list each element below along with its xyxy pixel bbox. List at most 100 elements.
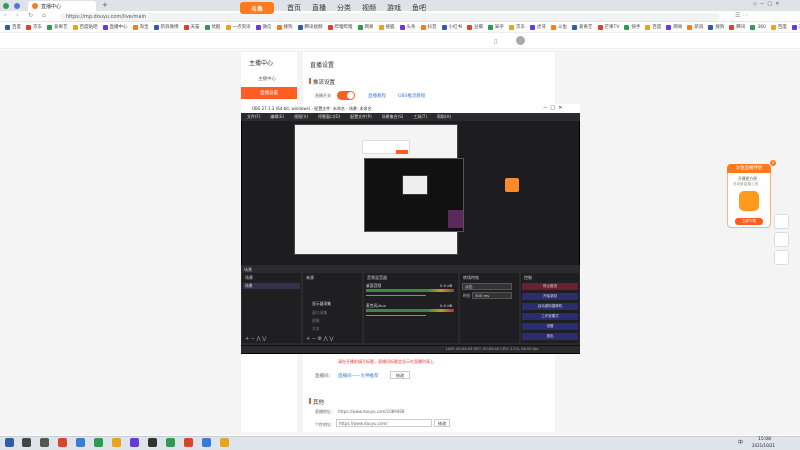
source-item-image[interactable]: 图像 <box>312 318 320 324</box>
source-toolbar[interactable]: + − ⚙ ⋀ ⋁ <box>306 336 333 342</box>
bookmark-item[interactable]: 京东 <box>791 24 800 30</box>
app-icon-5[interactable] <box>130 438 139 447</box>
stop-streaming-button[interactable]: 停止推流 <box>522 283 578 290</box>
obs-menu-tools[interactable]: 工具(T) <box>413 113 427 121</box>
new-tab-icon[interactable]: + <box>102 1 108 9</box>
bookmark-item[interactable]: 腾讯 <box>729 24 745 30</box>
close-icon[interactable]: × <box>770 160 776 166</box>
bookmark-item[interactable]: 爱奇艺 <box>47 24 68 30</box>
bookmark-item[interactable]: 百度贴吧 <box>72 24 98 30</box>
settings-button[interactable]: 设置 <box>522 323 578 330</box>
nav-live[interactable]: 直播 <box>312 3 326 13</box>
nav-fishbar[interactable]: 鱼吧 <box>412 3 426 13</box>
bookmark-item[interactable]: 豆瓣 <box>467 24 483 30</box>
obs-taskbar-icon[interactable] <box>148 438 157 447</box>
source-item-display[interactable]: 显示器采集 <box>312 301 331 307</box>
download-button[interactable]: 立即下载 <box>735 218 763 225</box>
bookmark-item[interactable]: 京东 <box>26 24 42 30</box>
bookmark-item[interactable]: 淘宝 <box>132 24 149 30</box>
bookmark-item[interactable]: 网易 <box>357 24 374 30</box>
browser-menu-icon[interactable] <box>14 2 20 9</box>
bookmark-item[interactable]: 头条 <box>399 24 416 30</box>
bookmark-item[interactable]: 搜狗 <box>708 24 724 30</box>
bookmark-item[interactable]: 优酷 <box>204 24 221 30</box>
nav-game[interactable]: 游戏 <box>387 3 401 13</box>
app-icon-3[interactable] <box>94 438 103 447</box>
task-view-icon[interactable] <box>40 438 49 447</box>
app-icon-9[interactable] <box>202 438 211 447</box>
transition-select[interactable]: 淡出 <box>462 283 512 290</box>
bookmark-item[interactable]: 斗鱼 <box>551 24 567 30</box>
bookmark-item[interactable]: 小红书 <box>441 24 462 30</box>
sidebar-item-anchor-center[interactable]: 主播中心 <box>258 76 276 82</box>
bookmark-item[interactable]: 抖音 <box>420 24 437 30</box>
scene-toolbar[interactable]: + − ⋀ ⋁ <box>245 336 266 342</box>
app-icon-7[interactable] <box>166 438 175 447</box>
search-icon[interactable] <box>22 438 31 447</box>
forward-icon[interactable]: › <box>16 12 18 19</box>
feedback-icon[interactable] <box>774 214 789 229</box>
bookmark-item[interactable]: 一点资讯 <box>225 24 251 30</box>
bookmark-item[interactable]: 360 <box>750 24 766 30</box>
window-controls[interactable]: ◇ − □ ✕ <box>753 1 779 7</box>
transition-duration-input[interactable]: 300 ms <box>472 292 512 299</box>
nav-category[interactable]: 分类 <box>337 3 351 13</box>
live-toggle[interactable] <box>337 91 355 100</box>
virtual-camera-button[interactable]: 启动虚拟摄像机 <box>522 303 578 310</box>
input-method-indicator[interactable]: 中 <box>738 439 743 446</box>
back-to-top-icon[interactable] <box>774 232 789 247</box>
bookmark-item[interactable]: 搜狗 <box>276 24 293 30</box>
refresh-icon[interactable]: ↻ <box>28 12 33 19</box>
bookmark-item[interactable]: 百度 <box>770 24 787 30</box>
obs-window-controls[interactable]: − □ ✕ <box>543 105 562 111</box>
bookmark-item[interactable]: 新浪 <box>687 24 703 30</box>
home-icon[interactable]: ⌂ <box>42 12 46 19</box>
mixer-slider-2[interactable] <box>366 315 426 316</box>
extensions-icon[interactable]: ☰ ⋯ <box>735 12 748 19</box>
link-obs-tutorial[interactable]: OBS推流教程 <box>398 93 425 99</box>
scene-item[interactable]: 场景 <box>243 283 300 289</box>
bookmark-item[interactable]: 腾讯视频 <box>297 24 323 30</box>
app-icon-1[interactable] <box>58 438 67 447</box>
link-tutorial[interactable]: 直播教程 <box>368 93 386 99</box>
app-icon-10[interactable] <box>220 438 229 447</box>
bookmark-item[interactable]: 虎牙 <box>530 24 546 30</box>
help-icon[interactable] <box>774 250 789 265</box>
obs-menu-edit[interactable]: 编辑(E) <box>270 113 284 121</box>
custom-addr-input[interactable]: https://www.douyu.com/ <box>336 419 432 427</box>
app-icon-8[interactable] <box>184 438 193 447</box>
obs-menu-help[interactable]: 帮助(H) <box>437 113 451 121</box>
modify-button[interactable]: 修改 <box>434 419 450 427</box>
bookmark-item[interactable]: 芒果TV <box>597 24 619 30</box>
obs-menu-docks[interactable]: 停靠窗口(D) <box>318 113 340 121</box>
bookmark-item[interactable]: 百度 <box>645 24 661 30</box>
bookmark-item[interactable]: 搜狐 <box>378 24 395 30</box>
source-item-window[interactable]: 窗口采集 <box>312 310 327 316</box>
bookmark-item[interactable]: 百度 <box>5 24 21 30</box>
start-icon[interactable] <box>5 438 14 447</box>
app-icon-2[interactable] <box>76 438 85 447</box>
obs-menu-view[interactable]: 视图(V) <box>294 113 308 121</box>
bookmark-item[interactable]: 京东 <box>509 24 525 30</box>
obs-menu-file[interactable]: 文件(F) <box>247 113 260 121</box>
tab-live-center[interactable]: 直播中心 <box>28 1 96 11</box>
back-icon[interactable]: ‹ <box>4 12 6 19</box>
edit-button[interactable]: 修改 <box>390 371 410 379</box>
douyu-logo[interactable]: 斗鱼 <box>240 2 274 14</box>
bookmark-item[interactable]: 直播中心 <box>102 24 128 30</box>
bookmark-item[interactable]: 爱奇艺 <box>572 24 593 30</box>
start-recording-button[interactable]: 开始录制 <box>522 293 578 300</box>
mixer-slider-1[interactable] <box>366 295 426 296</box>
history-icon[interactable]: ▯ <box>494 38 497 45</box>
bookmark-item[interactable]: 新浪微博 <box>153 24 179 30</box>
obs-menu-profile[interactable]: 配置文件(P) <box>350 113 372 121</box>
bookmark-item[interactable]: 天猫 <box>183 24 200 30</box>
obs-menu-scene-collection[interactable]: 场景集合(S) <box>382 113 404 121</box>
bookmark-item[interactable]: 快手 <box>624 24 640 30</box>
studio-mode-button[interactable]: 工作室模式 <box>522 313 578 320</box>
avatar[interactable] <box>516 36 525 45</box>
exit-button[interactable]: 退出 <box>522 333 578 340</box>
bookmark-item[interactable]: 微信 <box>255 24 272 30</box>
bookmark-item[interactable]: 网易 <box>666 24 682 30</box>
room-link[interactable]: 直播间——大神推荐 <box>338 373 379 379</box>
